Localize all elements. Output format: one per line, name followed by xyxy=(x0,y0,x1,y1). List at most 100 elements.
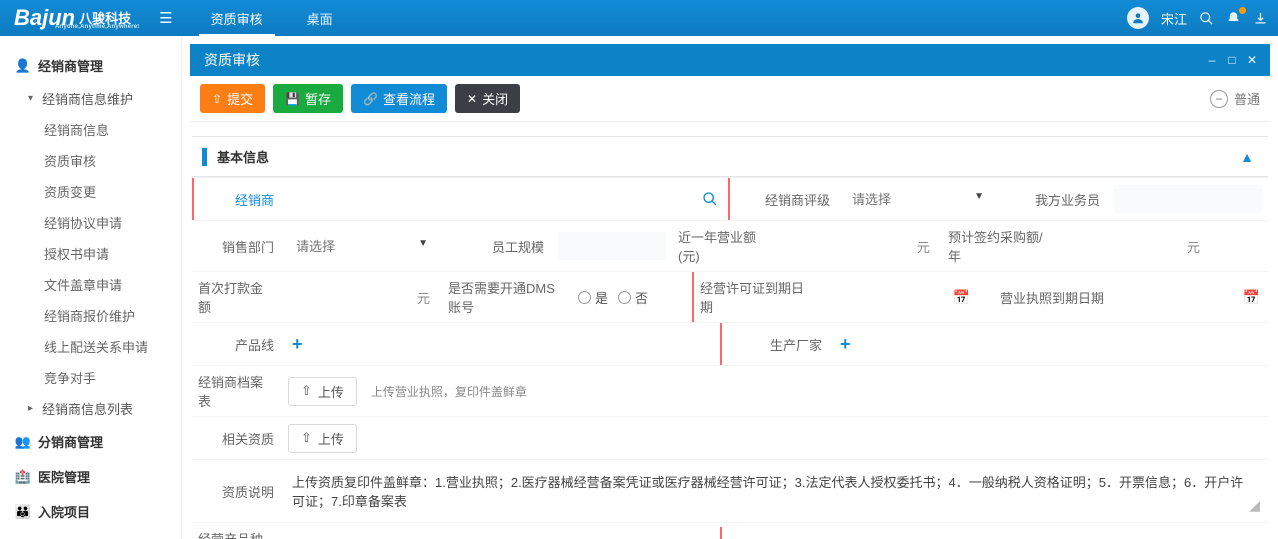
top-tab-audit[interactable]: 资质审核 xyxy=(189,0,285,36)
archive-hint: 上传营业执照，复印件盖鲜章 xyxy=(371,383,527,400)
revenue-label: 近一年营业额(元) xyxy=(672,221,782,271)
rating-label: 经销商评级 xyxy=(728,178,838,220)
nav-leaf-qual-change[interactable]: 资质变更 xyxy=(0,176,181,207)
radio-label: 否 xyxy=(635,288,648,307)
add-product-line-icon[interactable]: + xyxy=(288,334,307,355)
nav-leaf-quote-maint[interactable]: 经销商报价维护 xyxy=(0,300,181,331)
users-icon: 👥 xyxy=(14,434,32,450)
nav-cat-hospital[interactable]: 🏥 医院管理 xyxy=(0,459,181,494)
nav-leaf-delivery-apply[interactable]: 线上配送关系申请 xyxy=(0,331,181,362)
nav-leaf-auth-apply[interactable]: 授权书申请 xyxy=(0,238,181,269)
archive-label: 经销商档案表 xyxy=(192,366,282,416)
dealer-input[interactable] xyxy=(288,185,686,213)
nav-cat-label: 经销商管理 xyxy=(38,56,103,75)
user-icon: 👤 xyxy=(14,58,32,74)
est-purchase-unit: 元 xyxy=(1181,237,1206,256)
nav-leaf-agreement-apply[interactable]: 经销协议申请 xyxy=(0,207,181,238)
avatar[interactable] xyxy=(1127,7,1149,29)
toolbar: ⇧ 提交 💾暂存 🔗 查看流程 ✕ 关闭 − 普通 xyxy=(190,76,1270,122)
calendar-icon[interactable]: 📅 xyxy=(947,289,976,306)
dms-yes-radio[interactable]: 是 xyxy=(578,288,608,307)
region-label: 覆盖区域 xyxy=(720,527,830,539)
nav-cat-label: 医院管理 xyxy=(38,467,90,486)
username[interactable]: 宋江 xyxy=(1161,9,1187,28)
top-tab-desktop[interactable]: 桌面 xyxy=(285,0,355,36)
top-tabs: 资质审核 桌面 xyxy=(189,0,355,36)
nav-cat-distributor[interactable]: 👥 分销商管理 xyxy=(0,424,181,459)
collapse-icon[interactable]: ▲ xyxy=(1240,149,1254,165)
revenue-unit: 元 xyxy=(911,237,936,256)
nav-sub-dealer-info-list[interactable]: 经销商信息列表 xyxy=(0,393,181,424)
topbar-right: 宋江 xyxy=(1127,7,1268,29)
search-icon[interactable] xyxy=(1199,11,1214,26)
nav-sub-dealer-info-maint[interactable]: 经销商信息维护 xyxy=(0,83,181,114)
minimize-icon[interactable]: – xyxy=(1202,53,1222,67)
button-label: 上传 xyxy=(318,429,344,448)
qual-desc-label: 资质说明 xyxy=(192,470,282,512)
dept-label: 销售部门 xyxy=(192,225,282,267)
nav-cat-label: 入院项目 xyxy=(38,502,90,521)
view-flow-button[interactable]: 🔗 查看流程 xyxy=(351,84,447,113)
save-icon: 💾 xyxy=(285,92,300,106)
form-basic: 经销商 经销商评级 ▼ 我方业务员 销售部门 ▼ 员工规模 近一年营 xyxy=(192,177,1268,539)
nav-leaf-dealer-info[interactable]: 经销商信息 xyxy=(0,114,181,145)
nav-leaf-qual-audit[interactable]: 资质审核 xyxy=(0,145,181,176)
submit-button[interactable]: ⇧ 提交 xyxy=(200,84,265,113)
view-mode-label: 普通 xyxy=(1234,89,1260,108)
resize-grip-icon[interactable]: ◢ xyxy=(1249,497,1262,516)
dealer-label[interactable]: 经销商 xyxy=(235,190,274,209)
nav-leaf-stamp-apply[interactable]: 文件盖章申请 xyxy=(0,269,181,300)
qual-desc-textarea[interactable]: 上传资质复印件盖鲜章：1.营业执照；2.医疗器械经营备案凭证或医疗器械经营许可证… xyxy=(288,466,1249,516)
biz-license-expiry-label: 营业执照到期日期 xyxy=(982,276,1112,318)
button-label: 查看流程 xyxy=(383,89,435,108)
product-kind-label: 经营产品种类 xyxy=(192,523,282,539)
upload-icon: ⇧ xyxy=(212,92,222,106)
menu-toggle-icon[interactable]: ☰ xyxy=(143,9,188,27)
license-expiry-label: 经营许可证到期日期 xyxy=(692,272,822,322)
related-qual-label: 相关资质 xyxy=(192,417,282,459)
sales-rep-input[interactable] xyxy=(1114,185,1262,213)
close-icon[interactable]: ✕ xyxy=(1242,53,1262,67)
logo: Bajun 八骏科技 Anyone,Anytime,Anywhere! xyxy=(0,0,143,36)
share-icon: 🔗 xyxy=(363,92,378,106)
topbar: Bajun 八骏科技 Anyone,Anytime,Anywhere! ☰ 资质… xyxy=(0,0,1278,36)
page-title: 资质审核 xyxy=(204,50,1202,70)
dealer-search-icon[interactable] xyxy=(692,191,728,207)
close-button[interactable]: ✕ 关闭 xyxy=(455,84,520,113)
nav-cat-admission[interactable]: 👪入院项目 xyxy=(0,494,181,529)
manufacturer-label: 生产厂家 xyxy=(720,323,830,365)
form-scroll[interactable]: 基本信息 ▲ 经销商 经销商评级 ▼ 我方业务员 xyxy=(190,122,1270,539)
sales-rep-label: 我方业务员 xyxy=(998,178,1108,220)
nav-leaf-competitor[interactable]: 竞争对手 xyxy=(0,362,181,393)
nav-cat-dealer[interactable]: 👤 经销商管理 xyxy=(0,48,181,83)
save-draft-button[interactable]: 💾暂存 xyxy=(273,84,343,113)
dms-label: 是否需要开通DMS账号 xyxy=(442,272,572,322)
button-label: 上传 xyxy=(318,382,344,401)
view-mode-toggle[interactable]: − 普通 xyxy=(1210,89,1260,108)
upload-arrow-icon: ⇧ xyxy=(301,383,312,399)
button-label: 关闭 xyxy=(482,89,508,108)
nav-cat-sales[interactable]: 📦销售管理 xyxy=(0,529,181,539)
download-icon[interactable] xyxy=(1253,11,1268,26)
bell-icon[interactable] xyxy=(1226,11,1241,26)
upload-arrow-icon: ⇧ xyxy=(301,430,312,446)
logo-sub: Anyone,Anytime,Anywhere! xyxy=(55,24,139,30)
staff-input[interactable] xyxy=(558,232,666,260)
rating-select[interactable] xyxy=(844,185,992,213)
calendar-icon[interactable]: 📅 xyxy=(1237,289,1266,306)
archive-upload-button[interactable]: ⇧ 上传 xyxy=(288,377,357,406)
x-icon: ✕ xyxy=(467,92,477,106)
dept-select[interactable] xyxy=(288,232,436,260)
dms-no-radio[interactable]: 否 xyxy=(618,288,648,307)
hospital-icon: 🏥 xyxy=(14,469,32,485)
content: 资质审核 – □ ✕ ⇧ 提交 💾暂存 🔗 查看流程 ✕ 关闭 − 普通 基本信息 ▲ xyxy=(182,36,1278,539)
qual-upload-button[interactable]: ⇧ 上传 xyxy=(288,424,357,453)
add-manufacturer-icon[interactable]: + xyxy=(836,334,855,355)
section-title: 基本信息 xyxy=(217,147,1240,166)
sidebar: 👤 经销商管理 经销商信息维护 经销商信息 资质审核 资质变更 经销协议申请 授权… xyxy=(0,36,182,539)
maximize-icon[interactable]: □ xyxy=(1222,53,1242,67)
section-bar xyxy=(202,148,207,166)
button-label: 提交 xyxy=(227,89,253,108)
panel-head: 资质审核 – □ ✕ xyxy=(190,44,1270,76)
nav-cat-label: 分销商管理 xyxy=(38,432,103,451)
